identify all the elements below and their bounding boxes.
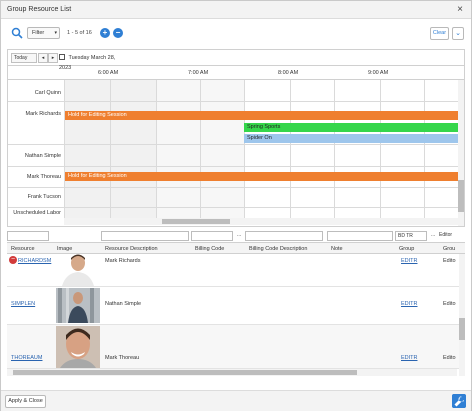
resource-label: Carl Quinn [34,90,61,96]
clear-button[interactable]: Clear [430,27,449,40]
resource-label: Unscheduled Labor [13,210,61,216]
resource-label: Mark Richards [25,111,61,117]
event-block[interactable]: Hold for Editing Session [65,111,458,120]
group-link[interactable]: EDITR [401,258,418,264]
scrollbar-thumb[interactable] [459,318,465,340]
time-label: 6:00 AM [98,70,119,76]
view-select[interactable]: Today [11,53,37,63]
filter-label: Filter [32,30,45,36]
scheduler-grid[interactable]: Carl Quinn Mark Richards Nathan Simple M… [8,80,458,226]
column-header[interactable]: Billing Code [195,246,224,252]
column-header[interactable]: Billing Code Description [249,246,307,252]
table-row[interactable]: SIMPLEN Nathan Simple EDITR Edito [7,287,465,325]
resource-photo [56,254,100,286]
grid-line [8,207,458,208]
group-link[interactable]: EDITR [401,301,418,307]
resource-photo [56,326,100,368]
next-day-button[interactable]: ▸ [48,53,58,63]
filter-description-input[interactable] [101,231,189,241]
scrollbar-thumb[interactable] [162,219,230,224]
time-label: 7:00 AM [188,70,209,76]
resource-link[interactable]: THOREAUM [11,355,42,361]
date-picker[interactable]: Tuesday March 28, 2023 [59,53,129,71]
time-label: 9:00 AM [368,70,389,76]
footer-bar: Apply & Close [1,390,471,411]
time-header: 6:00 AM 7:00 AM 8:00 AM 9:00 AM [8,66,464,80]
table-row[interactable]: − RICHARDSM Mark Richards EDITR Edito [7,254,465,287]
filter-ellipsis: ... [235,231,243,241]
table-vertical-scrollbar[interactable] [459,254,465,376]
search-icon[interactable] [11,27,23,39]
resource-description: Mark Thoreau [105,355,140,361]
group-value: Edito [443,355,456,361]
resource-description: Mark Richards [105,258,141,264]
remove-row-icon[interactable]: − [9,256,17,264]
filter-note-input[interactable] [327,231,393,241]
toolbar: Filter ▾ 1 - 5 of 16 + − Clear ⌄ [1,21,471,47]
resource-description: Nathan Simple [105,301,142,307]
calendar-icon [59,54,65,60]
scheduler-header: Today ◂ ▸ Tuesday March 28, 2023 [8,50,464,71]
menu-chevron-icon[interactable]: ⌄ [452,27,464,40]
scheduler: Today ◂ ▸ Tuesday March 28, 2023 6:00 AM… [7,49,465,227]
column-header[interactable]: Image [57,246,72,252]
resource-label: Mark Thoreau [26,174,61,180]
view-label: Today [14,55,28,61]
record-count: 1 - 5 of 16 [67,30,92,36]
filter-resource-input[interactable] [7,231,49,241]
filter-editor[interactable]: Editor [437,231,465,241]
wrench-icon[interactable] [452,394,466,408]
resource-link[interactable]: SIMPLEN [11,301,35,307]
column-filter-row: ... BD TR ... Editor [7,231,465,241]
column-header[interactable]: Grou [443,246,455,252]
event-block[interactable]: Spring Sports [244,123,458,132]
resource-photo [56,288,100,323]
grid-line [8,144,458,145]
close-icon[interactable]: × [457,4,463,15]
window-title: Group Resource List [7,6,72,13]
chevron-down-icon: ▾ [54,30,57,36]
grid-line [8,101,458,102]
table-header: Resource Image Resource Description Bill… [7,243,465,254]
group-link[interactable]: EDITR [401,355,418,361]
filter-ellipsis: ... [429,231,437,241]
filter-billing-code-input[interactable] [191,231,233,241]
filter-dropdown[interactable]: Filter ▾ [27,27,60,39]
prev-day-button[interactable]: ◂ [38,53,48,63]
column-header[interactable]: Group [399,246,414,252]
group-resource-list-window: Group Resource List × Filter ▾ 1 - 5 of … [0,0,472,411]
remove-button[interactable]: − [113,28,123,38]
column-header[interactable]: Resource Description [105,246,158,252]
time-label: 8:00 AM [278,70,299,76]
table-horizontal-scrollbar[interactable] [7,369,457,376]
resource-label: Frank Tucson [27,194,61,200]
column-header[interactable]: Note [331,246,343,252]
scrollbar-thumb[interactable] [13,370,357,375]
filter-group-input[interactable]: BD TR [395,231,427,241]
table-row[interactable]: THOREAUM Mark Thoreau EDITR Edito [7,325,465,369]
event-block[interactable]: Hold for Editing Session [65,172,458,181]
add-button[interactable]: + [100,28,110,38]
grid-line [8,166,458,167]
resource-link[interactable]: RICHARDSM [18,258,51,264]
scrollbar-thumb[interactable] [458,180,464,212]
title-bar: Group Resource List × [1,1,471,19]
scheduler-vertical-scrollbar[interactable] [458,80,464,226]
group-value: Edito [443,258,456,264]
column-header[interactable]: Resource [11,246,35,252]
resource-label: Nathan Simple [24,153,61,159]
apply-and-close-button[interactable]: Apply & Close [5,395,46,408]
scheduler-horizontal-scrollbar[interactable] [64,218,458,225]
filter-billing-desc-input[interactable] [245,231,323,241]
group-value: Edito [443,301,456,307]
resource-table: Resource Image Resource Description Bill… [7,242,465,376]
grid-line [8,187,458,188]
event-block[interactable]: Spider On [244,134,458,143]
